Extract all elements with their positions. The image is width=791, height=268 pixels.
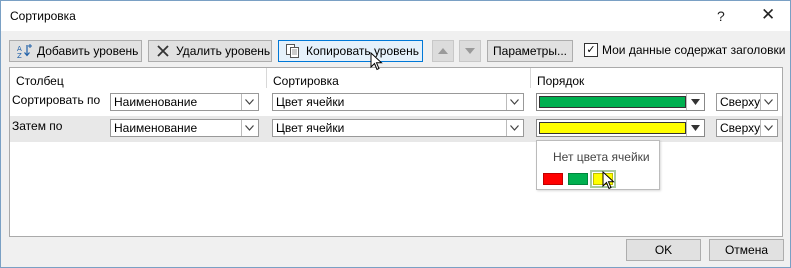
header-divider xyxy=(266,68,267,88)
row-label-sort-by: Сортировать по xyxy=(12,93,101,107)
svg-text:Z: Z xyxy=(17,52,22,59)
cancel-button[interactable]: Отмена xyxy=(709,239,784,261)
chevron-down-icon xyxy=(241,120,258,136)
sort-on-header: Сортировка xyxy=(273,74,339,88)
order-color-select-row2[interactable] xyxy=(536,119,705,137)
sort-on-select-value: Цвет ячейки xyxy=(276,121,345,135)
dialog-title: Сортировка xyxy=(10,9,76,23)
color-swatch-red[interactable] xyxy=(543,173,563,185)
sort-on-select-row1[interactable]: Цвет ячейки xyxy=(272,93,524,111)
cell-color-popup: Нет цвета ячейки xyxy=(536,140,660,190)
mouse-pointer-icon xyxy=(370,52,383,71)
column-select-value: Наименование xyxy=(114,95,198,109)
delete-level-button[interactable]: Удалить уровень xyxy=(148,40,272,62)
options-button[interactable]: Параметры... xyxy=(487,40,573,62)
position-select-value: Сверху xyxy=(720,95,761,109)
no-cell-color-option[interactable]: Нет цвета ячейки xyxy=(553,150,650,164)
close-button[interactable]: ✕ xyxy=(761,5,775,25)
header-divider xyxy=(530,68,531,88)
position-select-row2[interactable]: Сверху xyxy=(716,119,778,137)
order-color-select-row1[interactable] xyxy=(536,93,705,111)
delete-x-icon xyxy=(155,43,171,59)
move-up-button[interactable] xyxy=(432,40,454,62)
order-color-swatch xyxy=(539,122,686,134)
sort-on-select-value: Цвет ячейки xyxy=(276,95,345,109)
headers-checkbox[interactable]: ✓ xyxy=(584,43,598,57)
position-select-row1[interactable]: Сверху xyxy=(716,93,778,111)
copy-level-button[interactable]: Копировать уровень xyxy=(278,40,423,62)
order-header: Порядок xyxy=(537,74,585,88)
sort-dialog: Сортировка ? ✕ AZ Добавить уровень Удали… xyxy=(0,0,791,268)
copy-level-label: Копировать уровень xyxy=(306,44,419,58)
mouse-pointer-icon xyxy=(602,171,615,190)
sort-levels-grid: Столбец Сортировка Порядок Сортировать п… xyxy=(9,67,783,237)
move-up-icon xyxy=(438,48,448,54)
add-level-label: Добавить уровень xyxy=(37,44,139,58)
chevron-down-icon xyxy=(506,120,523,136)
add-level-button[interactable]: AZ Добавить уровень xyxy=(9,40,142,62)
chevron-down-icon xyxy=(760,94,777,110)
copy-icon xyxy=(285,43,301,59)
column-select-row2[interactable]: Наименование xyxy=(110,119,259,137)
chevron-down-icon xyxy=(506,94,523,110)
title-bar: Сортировка ? ✕ xyxy=(1,1,790,31)
chevron-down-icon xyxy=(241,94,258,110)
delete-level-label: Удалить уровень xyxy=(176,44,271,58)
dropdown-arrow-icon xyxy=(686,120,704,136)
help-button[interactable]: ? xyxy=(717,8,725,24)
move-down-icon xyxy=(465,48,475,54)
row-label-then-by: Затем по xyxy=(12,119,63,133)
chevron-down-icon xyxy=(760,120,777,136)
column-select-value: Наименование xyxy=(114,121,198,135)
sort-on-select-row2[interactable]: Цвет ячейки xyxy=(272,119,524,137)
column-select-row1[interactable]: Наименование xyxy=(110,93,259,111)
headers-checkbox-label: Мои данные содержат заголовки xyxy=(602,43,786,57)
move-down-button[interactable] xyxy=(459,40,481,62)
column-header: Столбец xyxy=(16,74,64,88)
ok-button[interactable]: OK xyxy=(626,239,701,261)
order-color-swatch xyxy=(539,96,686,108)
dropdown-arrow-icon xyxy=(686,94,704,110)
position-select-value: Сверху xyxy=(720,121,761,135)
options-label: Параметры... xyxy=(493,44,567,58)
add-level-icon: AZ xyxy=(16,43,32,60)
color-swatch-green[interactable] xyxy=(568,173,588,185)
